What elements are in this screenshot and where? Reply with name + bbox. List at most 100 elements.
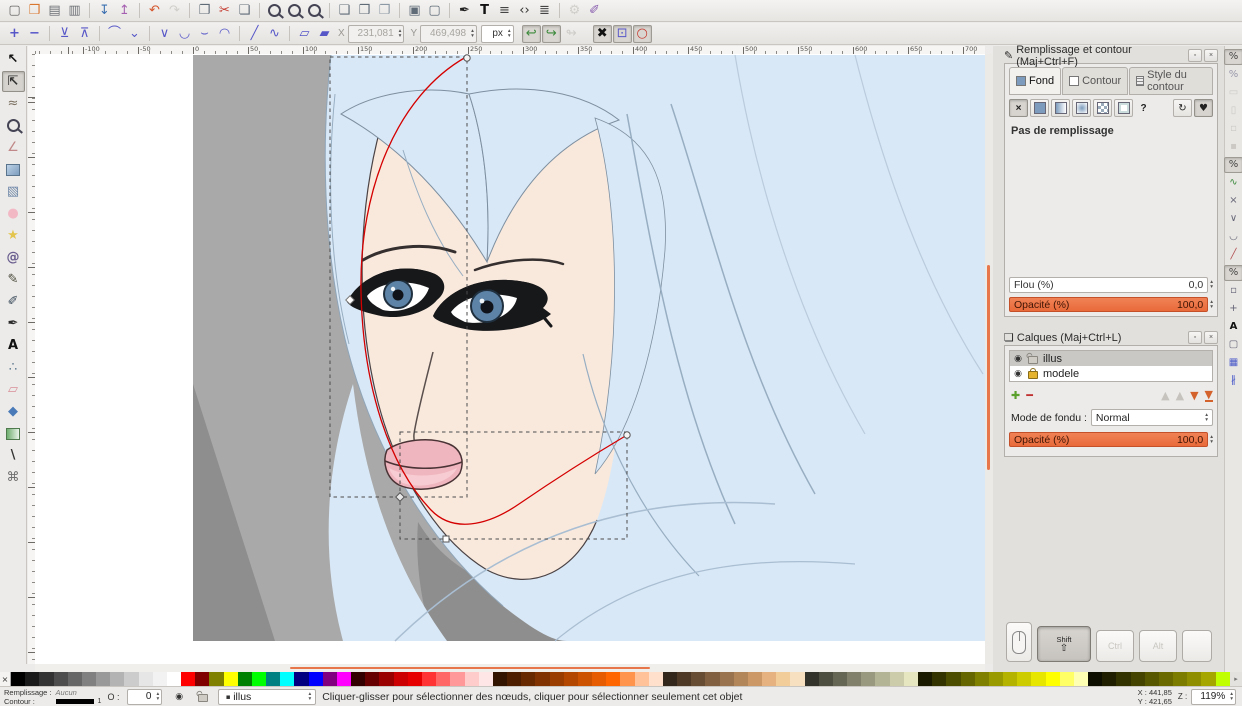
palette-swatch[interactable] xyxy=(663,672,677,686)
x-coord-input[interactable]: 231,081 ▴▾ xyxy=(348,25,405,43)
snap-paths[interactable]: ∿ xyxy=(1224,175,1242,191)
spinner-arrows-icon[interactable]: ▴▾ xyxy=(156,692,159,702)
layer-lower-button[interactable]: ▼ xyxy=(1190,389,1198,402)
fill-swatch-button[interactable] xyxy=(1114,99,1133,117)
tool-node[interactable]: ⇱ xyxy=(2,71,25,92)
palette-swatch[interactable] xyxy=(153,672,167,686)
palette-swatch[interactable] xyxy=(592,672,606,686)
palette-swatch[interactable] xyxy=(946,672,960,686)
tab-fond[interactable]: Fond xyxy=(1009,67,1061,95)
tool-rect[interactable] xyxy=(2,159,25,180)
join-with-segment[interactable]: ⌒ xyxy=(105,25,124,43)
layer-name[interactable]: illus xyxy=(1043,353,1062,365)
palette-swatch[interactable] xyxy=(918,672,932,686)
canvas-illustration[interactable] xyxy=(35,54,985,664)
palette-swatch[interactable] xyxy=(379,672,393,686)
palette-swatch[interactable] xyxy=(96,672,110,686)
spinner-arrows-icon[interactable]: ▴▾ xyxy=(1210,300,1213,310)
palette-swatch[interactable] xyxy=(351,672,365,686)
show-bezier-handles[interactable]: ⊡ xyxy=(613,25,632,43)
edit-clip-path[interactable]: ↩ xyxy=(522,25,541,43)
palette-swatch[interactable] xyxy=(224,672,238,686)
tool-eraser[interactable]: ▱ xyxy=(2,379,25,400)
palette-swatch[interactable] xyxy=(124,672,138,686)
palette-swatch[interactable] xyxy=(833,672,847,686)
palette-swatch[interactable] xyxy=(337,672,351,686)
node-symmetric[interactable]: ⌣ xyxy=(195,25,214,43)
snap-other-points[interactable]: % xyxy=(1224,265,1242,281)
copy[interactable]: ❐ xyxy=(195,2,214,20)
palette-swatch[interactable] xyxy=(635,672,649,686)
tool-dropper[interactable]: ∖ xyxy=(2,445,25,466)
tool-spray[interactable]: ∴ xyxy=(2,357,25,378)
blur-input[interactable]: Flou (%) 0,0 xyxy=(1009,277,1208,293)
fill-flat-button[interactable] xyxy=(1030,99,1049,117)
vertical-scrollbar[interactable] xyxy=(985,54,993,664)
palette-swatch[interactable] xyxy=(691,672,705,686)
paste[interactable]: ❏ xyxy=(235,2,254,20)
palette-swatch[interactable] xyxy=(748,672,762,686)
zoom-selection[interactable] xyxy=(265,2,284,20)
node-smooth[interactable]: ◡ xyxy=(175,25,194,43)
import[interactable]: ↧ xyxy=(95,2,114,20)
palette-swatch[interactable] xyxy=(1145,672,1159,686)
save-document[interactable]: ▤ xyxy=(45,2,64,20)
palette-swatch[interactable] xyxy=(181,672,195,686)
panel-collapse-button[interactable]: ▫ xyxy=(1188,331,1202,344)
eye-icon[interactable]: ◉ xyxy=(1013,369,1023,379)
palette-swatch[interactable] xyxy=(139,672,153,686)
palette-swatch[interactable] xyxy=(1131,672,1145,686)
canvas[interactable] xyxy=(35,54,985,664)
spinner-arrows-icon[interactable]: ▴▾ xyxy=(508,29,511,39)
layer-opacity-slider[interactable]: Opacité (%) 100,0 xyxy=(1009,432,1208,447)
palette-swatch[interactable] xyxy=(805,672,819,686)
palette-swatch[interactable] xyxy=(1116,672,1130,686)
fill-rule-evenodd-button[interactable]: ↻ xyxy=(1173,99,1192,117)
break-path[interactable]: ⊻ xyxy=(55,25,74,43)
unit-select[interactable]: px ▴▾ xyxy=(481,25,514,43)
palette-swatch[interactable] xyxy=(465,672,479,686)
lock-icon[interactable] xyxy=(1028,356,1038,364)
object-to-path[interactable]: ▱ xyxy=(295,25,314,43)
palette-swatch[interactable] xyxy=(1060,672,1074,686)
spinner-arrows-icon[interactable]: ▴▾ xyxy=(1210,280,1213,290)
delete-node[interactable]: − xyxy=(25,25,44,43)
no-color-swatch[interactable]: × xyxy=(0,672,11,686)
opacity-slider[interactable]: Opacité (%) 100,0 xyxy=(1009,297,1208,312)
fill-stroke-dialog[interactable]: ✒ xyxy=(455,2,474,20)
palette-swatch[interactable] xyxy=(1074,672,1088,686)
palette-swatch[interactable] xyxy=(195,672,209,686)
palette-swatch[interactable] xyxy=(209,672,223,686)
node-auto[interactable]: ◠ xyxy=(215,25,234,43)
lock-icon[interactable] xyxy=(1028,371,1038,379)
palette-swatch[interactable] xyxy=(705,672,719,686)
palette-swatch[interactable] xyxy=(521,672,535,686)
palette-swatch[interactable] xyxy=(479,672,493,686)
undo[interactable]: ↶ xyxy=(145,2,164,20)
tool-star[interactable]: ★ xyxy=(2,225,25,246)
palette-swatch[interactable] xyxy=(25,672,39,686)
palette-swatch[interactable] xyxy=(620,672,634,686)
snap-bbox[interactable]: % xyxy=(1224,67,1242,83)
snap-line-midpoints[interactable]: ╱ xyxy=(1224,247,1242,263)
palette-swatch[interactable] xyxy=(1173,672,1187,686)
eye-icon[interactable]: ◉ xyxy=(1013,354,1023,364)
layer-row[interactable]: ◉ illus xyxy=(1010,351,1212,366)
fill-none-button[interactable]: × xyxy=(1009,99,1028,117)
snap-text-baseline[interactable]: A xyxy=(1224,319,1242,335)
palette-swatch[interactable] xyxy=(819,672,833,686)
align-distribute[interactable]: ≣ xyxy=(535,2,554,20)
delete-segment[interactable]: ⌄ xyxy=(125,25,144,43)
palette-swatch[interactable] xyxy=(677,672,691,686)
tool-tweak[interactable]: ≈ xyxy=(2,93,25,114)
palette-swatch[interactable] xyxy=(1102,672,1116,686)
fill-rule-nonzero-button[interactable]: ♥ xyxy=(1194,99,1213,117)
palette-swatch[interactable] xyxy=(82,672,96,686)
text-dialog[interactable]: T xyxy=(475,2,494,20)
lips[interactable] xyxy=(385,440,462,489)
snap-path-intersections[interactable]: × xyxy=(1224,193,1242,209)
tool-ellipse[interactable]: ● xyxy=(2,203,25,224)
fill-stroke-indicator[interactable]: Remplissage : Aucun Contour : 1 xyxy=(4,688,101,706)
current-layer-select[interactable]: ▪ illus ▴▾ xyxy=(218,689,316,705)
palette-swatch[interactable] xyxy=(1003,672,1017,686)
